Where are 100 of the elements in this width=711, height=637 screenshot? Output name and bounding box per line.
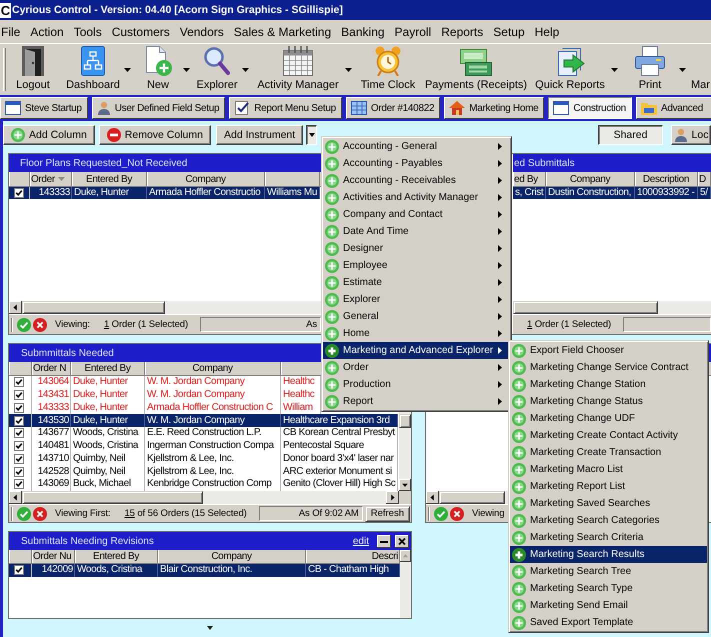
menu-item[interactable]: Marketing Search Type bbox=[510, 580, 707, 597]
scroll-thumb[interactable] bbox=[22, 301, 165, 314]
column-header[interactable]: Company bbox=[546, 172, 635, 186]
menu-item[interactable]: Marketing Search Results bbox=[510, 546, 707, 563]
tab[interactable]: User Defined Field Setup bbox=[92, 97, 226, 119]
dropdown-arrow-icon[interactable] bbox=[242, 68, 249, 72]
dropdown-arrow-icon[interactable] bbox=[124, 68, 131, 72]
menu-item[interactable]: Marketing Change Station bbox=[510, 376, 707, 393]
table-row[interactable]: 143333 Duke, Hunter Armada Hoffler Constructio Williams Mu bbox=[9, 187, 320, 199]
toolbar-button[interactable]: Dashboard bbox=[62, 44, 124, 95]
menu-item[interactable]: Order bbox=[323, 359, 510, 376]
menu-item[interactable]: General bbox=[323, 308, 510, 325]
menu-item[interactable]: Marketing Search Categories bbox=[510, 512, 707, 529]
calendar-icon[interactable] bbox=[283, 46, 313, 76]
horizontal-scrollbar[interactable] bbox=[513, 301, 711, 314]
menu-item[interactable]: Production bbox=[323, 376, 510, 393]
column-header[interactable]: Order Nu bbox=[32, 550, 75, 563]
toolbar-button[interactable]: Quick Reports bbox=[532, 44, 608, 95]
column-header[interactable]: Order N bbox=[32, 362, 71, 375]
scroll-up-icon[interactable] bbox=[400, 550, 411, 562]
menu-item[interactable]: Accounting - General bbox=[323, 138, 510, 155]
report-arrow-icon[interactable] bbox=[555, 46, 585, 76]
menu-item[interactable]: Report bbox=[323, 393, 510, 410]
scroll-left-icon[interactable] bbox=[9, 491, 22, 504]
menu-item[interactable]: Estimate bbox=[323, 274, 510, 291]
money-icon[interactable] bbox=[460, 46, 492, 76]
column-header[interactable]: ed By bbox=[513, 172, 546, 186]
column-header[interactable]: Company bbox=[145, 362, 281, 375]
shared-button[interactable]: Shared bbox=[598, 125, 663, 145]
scroll-thumb[interactable] bbox=[22, 491, 203, 504]
menu-item[interactable]: Activities and Activity Manager bbox=[323, 189, 510, 206]
checkbox[interactable] bbox=[14, 377, 24, 388]
scroll-left-icon[interactable] bbox=[9, 301, 22, 314]
add-column-button[interactable]: Add Column bbox=[3, 125, 95, 145]
menu-item[interactable]: Accounting - Receivables bbox=[323, 172, 510, 189]
table-row[interactable]: s, Crist Dustin Construction, 1000933992 - 5/ bbox=[513, 187, 711, 199]
scroll-thumb[interactable] bbox=[439, 491, 505, 504]
checkbox[interactable] bbox=[14, 441, 24, 452]
minimize-icon[interactable] bbox=[377, 534, 391, 548]
menu-bar-item[interactable]: Tools bbox=[74, 24, 102, 38]
printer-icon[interactable] bbox=[635, 46, 665, 76]
edit-link[interactable]: edit bbox=[352, 536, 369, 546]
menu-item[interactable]: Marketing Create Transaction bbox=[510, 444, 707, 461]
checkbox[interactable] bbox=[14, 390, 24, 400]
menu-item[interactable]: Date And Time bbox=[323, 223, 510, 240]
toolbar-button[interactable]: Explorer bbox=[194, 44, 240, 95]
menu-item[interactable]: Explorer bbox=[323, 291, 510, 308]
menu-item[interactable]: Marketing Create Contact Activity bbox=[510, 427, 707, 444]
check-circle-icon[interactable] bbox=[434, 506, 448, 520]
checkbox[interactable] bbox=[14, 188, 24, 198]
check-circle-icon[interactable] bbox=[17, 506, 31, 520]
menu-item[interactable]: Employee bbox=[323, 257, 510, 274]
menu-item[interactable]: Export Field Chooser bbox=[510, 342, 707, 359]
checkbox[interactable] bbox=[14, 454, 24, 464]
close-icon[interactable] bbox=[395, 534, 409, 548]
menu-item[interactable]: Designer bbox=[323, 240, 510, 257]
menu-item[interactable]: Marketing Search Tree bbox=[510, 563, 707, 580]
table-row[interactable]: 143530 Duke, Hunter W. M. Jordan Company Healthcare Expansion 3rd bbox=[9, 414, 398, 427]
alarm-clock-icon[interactable] bbox=[375, 46, 401, 76]
menu-bar-item[interactable]: Sales & Marketing bbox=[234, 24, 332, 38]
x-circle-icon[interactable] bbox=[450, 506, 464, 520]
tab[interactable]: Order #140822 bbox=[346, 97, 440, 119]
column-header[interactable]: Company bbox=[147, 172, 265, 186]
remove-column-button[interactable]: Remove Column bbox=[98, 125, 211, 145]
tab[interactable]: Steve Startup bbox=[0, 97, 88, 119]
dropdown-arrow-icon[interactable] bbox=[183, 68, 190, 72]
tab[interactable]: Advanced bbox=[636, 97, 711, 119]
menu-item[interactable]: Marketing Report List bbox=[510, 478, 707, 495]
caret-down-icon[interactable] bbox=[207, 626, 213, 630]
menu-bar-item[interactable]: Customers bbox=[112, 24, 170, 38]
menu-bar-item[interactable]: Vendors bbox=[180, 24, 224, 38]
column-header[interactable]: Entered By bbox=[71, 362, 145, 375]
refresh-button[interactable]: Refresh bbox=[364, 506, 410, 522]
scroll-thumb[interactable] bbox=[399, 414, 411, 428]
menu-item[interactable]: Marketing Macro List bbox=[510, 461, 707, 478]
menu-bar-item[interactable]: Help bbox=[534, 24, 560, 38]
door-icon[interactable] bbox=[20, 46, 46, 76]
scroll-right-icon[interactable] bbox=[386, 491, 399, 504]
menu-item[interactable]: Marketing Change UDF bbox=[510, 410, 707, 427]
column-header[interactable]: Entered By bbox=[75, 550, 158, 563]
menu-item[interactable]: Company and Contact bbox=[323, 206, 510, 223]
search-icon[interactable] bbox=[203, 46, 231, 76]
toolbar-button[interactable]: Time Clock bbox=[358, 44, 418, 95]
loc-button[interactable]: Loc bbox=[671, 125, 711, 145]
menu-item[interactable]: Saved Export Template bbox=[510, 614, 707, 631]
column-header[interactable]: Company bbox=[158, 550, 306, 563]
menu-item[interactable]: Marketing Change Status bbox=[510, 393, 707, 410]
horizontal-scrollbar[interactable] bbox=[9, 491, 411, 504]
column-header[interactable]: Entered By bbox=[72, 172, 147, 186]
horizontal-scrollbar[interactable] bbox=[426, 491, 508, 504]
tab[interactable]: Marketing Home bbox=[444, 97, 544, 119]
menu-item[interactable]: Marketing Search Criteria bbox=[510, 529, 707, 546]
checkbox[interactable] bbox=[14, 416, 24, 426]
dropdown-button[interactable] bbox=[306, 125, 318, 145]
toolbar-button[interactable]: Logout bbox=[12, 44, 54, 95]
menu-item[interactable]: Marketing Send Email bbox=[510, 597, 707, 614]
menu-item[interactable]: Accounting - Payables bbox=[323, 155, 510, 172]
toolbar-button[interactable]: Mar bbox=[690, 44, 711, 95]
column-header[interactable]: D bbox=[698, 172, 711, 186]
new-document-icon[interactable] bbox=[144, 46, 172, 76]
